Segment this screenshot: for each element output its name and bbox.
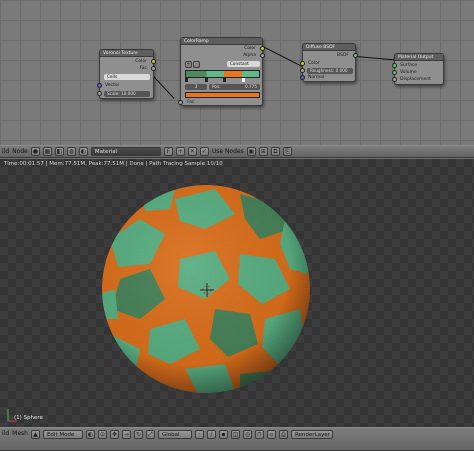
3d-viewport[interactable]: Time:00:01.57 | Mem:77.51M, Peak:77.51M … xyxy=(0,159,474,427)
proportional-edit-icon[interactable]: ◎ xyxy=(242,430,252,439)
colorramp-stop-index-field[interactable]: 3 xyxy=(185,84,207,90)
colorramp-stop-markers[interactable] xyxy=(185,78,260,83)
vertex-select-icon[interactable]: · xyxy=(194,430,204,439)
wire-ramp-to-diffuse xyxy=(262,46,303,67)
fake-user-button[interactable]: F xyxy=(163,147,173,156)
colorramp-pos-label: Pos: xyxy=(212,84,221,89)
voronoi-scale-field[interactable]: Scale: 10.000 xyxy=(104,91,150,97)
node-menu[interactable]: Node xyxy=(12,148,28,155)
output-node-title[interactable]: Material Output xyxy=(395,54,443,61)
face-select-icon[interactable]: ▪ xyxy=(218,430,228,439)
colorramp-out-alpha-socket[interactable] xyxy=(260,53,265,58)
scale-icon[interactable]: ⤢ xyxy=(145,430,155,439)
rotate-icon[interactable]: ↻ xyxy=(133,430,143,439)
colorramp-gradient-bar[interactable] xyxy=(185,70,260,78)
voronoi-out-fac-label: Fac xyxy=(139,66,147,71)
voronoi-out-color-label: Color xyxy=(135,59,147,64)
mode-select[interactable]: Edit Mode xyxy=(42,430,83,439)
paste-icon[interactable]: ⎘ xyxy=(282,147,292,156)
material-browse-icon[interactable]: ◐ xyxy=(78,147,88,156)
wire-voronoi-to-ramp xyxy=(151,74,175,99)
colorramp-in-fac-label: Fac xyxy=(187,100,195,105)
voronoi-in-vector-label: Vector xyxy=(105,83,120,88)
colorramp-in-fac-socket[interactable] xyxy=(178,100,183,105)
render-layer-select[interactable]: RenderLayer xyxy=(290,430,333,439)
3d-view-header: ild Mesh ▲ Edit Mode ◐ ⊙ ✥ → ↻ ⤢ Global … xyxy=(0,427,474,451)
viewport-shading-icon[interactable]: ◐ xyxy=(85,430,95,439)
copy-icon[interactable]: ⧉ xyxy=(270,147,280,156)
voronoi-out-fac-socket[interactable] xyxy=(151,66,156,71)
wire-diffuse-to-output xyxy=(355,56,396,61)
colorramp-out-color-label: Color xyxy=(244,46,256,51)
node-editor-header: ild Node ● ▦ ◧ ◍ ◐ Material F + ✕ ✓ Use … xyxy=(0,145,474,158)
colorramp-interpolation-select[interactable]: Constant xyxy=(227,61,260,67)
voronoi-in-vector-socket[interactable] xyxy=(97,83,102,88)
snap-magnet-icon[interactable]: ⊓ xyxy=(254,430,264,439)
render-stats: Time:00:01.57 | Mem:77.51M, Peak:77.51M … xyxy=(4,161,223,167)
object-shading-icon[interactable]: ◍ xyxy=(66,147,76,156)
output-volume-label: Volume xyxy=(400,70,417,75)
view3d-view-menu[interactable]: ild xyxy=(2,430,9,437)
diffuse-in-color-socket[interactable] xyxy=(300,61,305,66)
diffuse-node-title[interactable]: Diffuse BSDF xyxy=(303,44,355,51)
translate-icon[interactable]: → xyxy=(121,430,131,439)
material-name-field[interactable]: Material xyxy=(90,147,161,156)
backdrop-icon[interactable]: ▣ xyxy=(246,147,256,156)
colorramp-active-color-swatch[interactable] xyxy=(185,92,260,98)
manipulator-icon[interactable]: ✥ xyxy=(109,430,119,439)
output-displacement-socket[interactable] xyxy=(392,77,397,82)
colorramp-out-alpha-label: Alpha xyxy=(243,53,256,58)
colorramp-node[interactable]: ColorRamp Color Alpha + - Constant 3 Pos… xyxy=(178,37,265,106)
pivot-point-icon[interactable]: ⊙ xyxy=(97,430,107,439)
voronoi-out-color-socket[interactable] xyxy=(151,59,156,64)
diffuse-roughness-field[interactable]: Roughness: 0.000 xyxy=(307,68,353,74)
shader-nodes-icon[interactable]: ● xyxy=(30,147,40,156)
diffuse-in-color-label: Color xyxy=(308,61,320,66)
mesh-menu[interactable]: Mesh xyxy=(12,430,28,437)
rendered-sphere xyxy=(3,185,310,426)
node-view-menu[interactable]: ild xyxy=(2,148,9,155)
edge-select-icon[interactable]: / xyxy=(206,430,216,439)
voronoi-coloring-select[interactable]: Cells xyxy=(104,74,150,80)
voronoi-node-title[interactable]: Voronoi Texture xyxy=(100,50,153,57)
colorramp-pos-value: 0.775 xyxy=(245,84,257,89)
output-displacement-label: Displacement xyxy=(400,77,431,82)
diffuse-bsdf-node[interactable]: Diffuse BSDF BSDF Color Roughness: 0.000… xyxy=(300,43,358,82)
colorramp-out-color-socket[interactable] xyxy=(260,46,265,51)
compositing-nodes-icon[interactable]: ◧ xyxy=(54,147,64,156)
colorramp-node-title[interactable]: ColorRamp xyxy=(181,38,262,45)
colorramp-add-stop-button[interactable]: + xyxy=(185,61,192,68)
active-object-label: (1) Sphere xyxy=(14,415,43,421)
mode-icon[interactable]: ▲ xyxy=(30,430,40,439)
blender-window: Voronoi Texture Color Fac Cells Vector S… xyxy=(0,0,474,451)
colorramp-remove-stop-button[interactable]: - xyxy=(193,61,200,68)
voronoi-in-scale-socket[interactable] xyxy=(97,91,102,96)
use-nodes-checkbox[interactable]: ✓ xyxy=(199,147,209,156)
output-volume-socket[interactable] xyxy=(392,70,397,75)
colorramp-pos-field[interactable]: Pos: 0.775 xyxy=(209,84,260,90)
diffuse-out-bsdf-label: BSDF xyxy=(337,53,349,58)
snap-icon[interactable]: ⊞ xyxy=(258,147,268,156)
texture-nodes-icon[interactable]: ▦ xyxy=(42,147,52,156)
render-layer-icon[interactable]: ⎙ xyxy=(278,430,288,439)
snap-element-icon[interactable]: ▫ xyxy=(266,430,276,439)
output-surface-label: Surface xyxy=(400,63,418,68)
diffuse-in-roughness-socket[interactable] xyxy=(300,68,305,73)
use-nodes-label: Use Nodes xyxy=(211,148,244,155)
node-editor[interactable]: Voronoi Texture Color Fac Cells Vector S… xyxy=(0,0,474,145)
output-surface-socket[interactable] xyxy=(392,63,397,68)
diffuse-in-normal-socket[interactable] xyxy=(300,75,305,80)
new-material-icon[interactable]: + xyxy=(175,147,185,156)
orientation-select[interactable]: Global xyxy=(157,430,192,439)
diffuse-in-normal-label: Normal xyxy=(308,75,325,80)
limit-selection-icon[interactable]: ◫ xyxy=(230,430,240,439)
material-output-node[interactable]: Material Output Surface Volume Displacem… xyxy=(392,53,444,85)
diffuse-out-bsdf-socket[interactable] xyxy=(353,53,358,58)
voronoi-texture-node[interactable]: Voronoi Texture Color Fac Cells Vector S… xyxy=(97,49,156,99)
unlink-material-icon[interactable]: ✕ xyxy=(187,147,197,156)
